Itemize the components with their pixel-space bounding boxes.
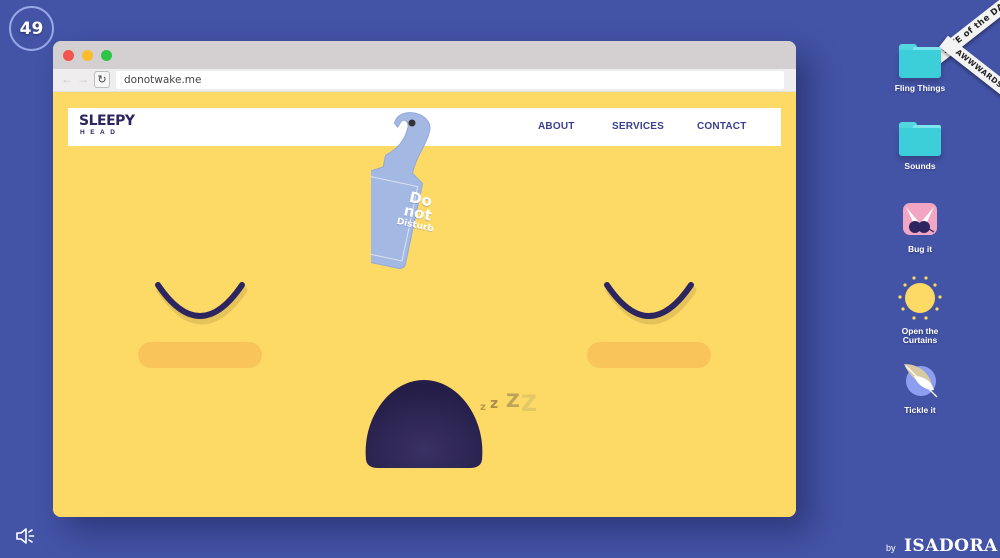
countdown-timer: 49 [9, 6, 54, 51]
folder-icon [899, 44, 941, 78]
right-eye[interactable] [601, 279, 697, 329]
snore-z-2: z [490, 396, 499, 412]
close-window-button[interactable] [63, 50, 74, 61]
url-field[interactable]: donotwake.me [116, 71, 784, 89]
desktop-icon-sounds[interactable]: Sounds [880, 122, 960, 171]
back-arrow-icon[interactable]: ← [61, 72, 73, 86]
browser-titlebar [53, 41, 796, 69]
left-cheek [138, 342, 262, 368]
sun-icon [897, 275, 943, 321]
nav-services-link[interactable]: SERVICES [612, 121, 664, 132]
reload-button[interactable]: ↻ [94, 71, 110, 88]
desktop-icon-bug-it[interactable]: Bug it [880, 199, 960, 254]
folder-icon [899, 122, 941, 156]
sound-toggle-button[interactable] [15, 526, 37, 546]
yawning-mouth[interactable] [360, 378, 488, 470]
forward-arrow-icon[interactable]: → [77, 72, 89, 86]
right-cheek [587, 342, 711, 368]
logo-top-text: SLEEPY [79, 113, 135, 129]
nav-contact-link[interactable]: CONTACT [697, 121, 747, 132]
countdown-value: 49 [19, 18, 44, 39]
logo-bottom-text: HEAD [80, 129, 121, 136]
author-credit[interactable]: by ISADORA [886, 536, 998, 556]
reload-icon: ↻ [97, 74, 107, 86]
snore-zzz: z z Z Z [480, 390, 540, 417]
isadora-logo: ISADORA [903, 536, 998, 556]
feather-icon [900, 360, 940, 400]
sleepy-head-logo[interactable]: SLEEPY HEAD [79, 114, 135, 137]
desktop-icon-open-curtains[interactable]: Open the Curtains [880, 275, 960, 345]
desktop-icon-label: Fling Things [894, 83, 946, 93]
address-bar: ← → ↻ donotwake.me [53, 69, 796, 92]
desktop-icon-label: Open the Curtains [901, 326, 939, 345]
desktop-icon-label: Bug it [907, 244, 933, 254]
minimize-window-button[interactable] [82, 50, 93, 61]
snore-z-3: Z [506, 390, 520, 412]
snore-z-1: z [480, 402, 486, 413]
bug-icon [900, 199, 940, 239]
desktop-icon-label: Tickle it [904, 405, 936, 415]
browser-window: ← → ↻ donotwake.me SLEEPY HEAD ABOUT SER… [53, 41, 796, 517]
sleepy-face-page[interactable]: SLEEPY HEAD ABOUT SERVICES CONTACT Do no… [53, 92, 796, 517]
desktop-icon-fling-things[interactable]: Fling Things [880, 44, 960, 93]
credit-by: by [886, 543, 896, 553]
desktop-icon-tickle-it[interactable]: Tickle it [880, 360, 960, 415]
nav-about-link[interactable]: ABOUT [538, 121, 575, 132]
desktop-icon-label: Sounds [904, 161, 936, 171]
left-eye[interactable] [152, 279, 248, 329]
snore-z-4: Z [521, 392, 537, 417]
speaker-icon [16, 528, 35, 544]
do-not-disturb-hanger[interactable]: Do not Disturb [350, 102, 451, 277]
maximize-window-button[interactable] [101, 50, 112, 61]
